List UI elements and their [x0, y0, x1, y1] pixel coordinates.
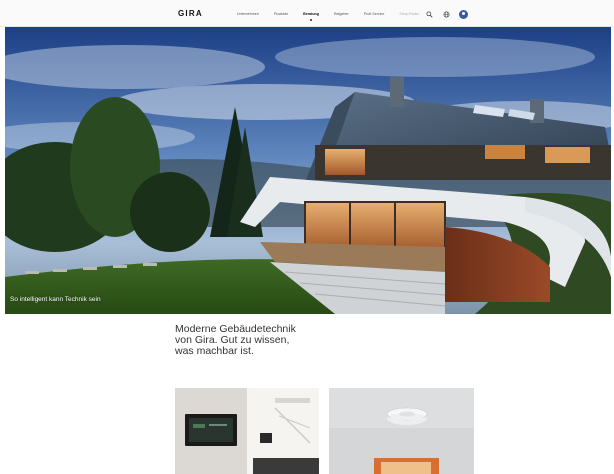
account-icon[interactable]: [459, 10, 468, 19]
interior-control-panel-image: [175, 388, 319, 474]
nav-item-shop-finder[interactable]: Shop-Finder: [399, 12, 419, 22]
intro-heading: Moderne Gebäudetechnik von Gira. Gut zu …: [175, 324, 375, 357]
nav-item-profi-service[interactable]: Profi-Service: [364, 12, 385, 22]
site-header: GIRA Unternehmen Produkte Beratung Ratge…: [0, 0, 614, 27]
search-icon[interactable]: [426, 11, 433, 18]
nav-item-ratgeber[interactable]: Ratgeber: [334, 12, 349, 22]
smoke-detector-image: [329, 388, 474, 474]
hero-caption: So intelligent kann Technik sein: [10, 296, 101, 303]
nav-item-produkte[interactable]: Produkte: [274, 12, 288, 22]
globe-icon[interactable]: [443, 11, 450, 18]
main-nav: Unternehmen Produkte Beratung Ratgeber P…: [237, 12, 434, 22]
teaser-card-smoke-detector[interactable]: [329, 388, 474, 474]
hero-image: [5, 27, 611, 314]
nav-item-beratung[interactable]: Beratung: [303, 12, 319, 22]
gira-logo[interactable]: GIRA: [178, 9, 203, 18]
nav-item-unternehmen[interactable]: Unternehmen: [237, 12, 259, 22]
teaser-card-interior[interactable]: [175, 388, 319, 474]
intro-line: was machbar ist.: [175, 345, 254, 357]
hero-banner[interactable]: So intelligent kann Technik sein: [5, 27, 611, 314]
